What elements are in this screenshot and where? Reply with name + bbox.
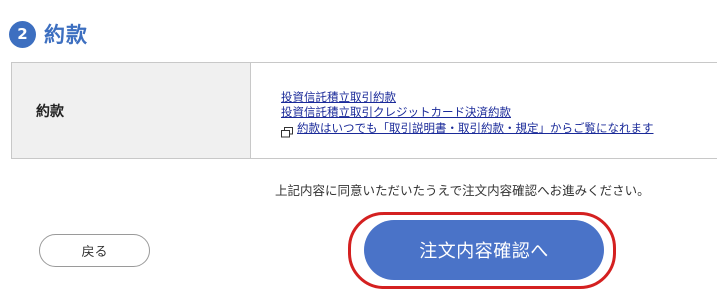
section-title: 約款 [44,23,88,47]
terms-note: 約款はいつでも「取引説明書・取引約款・規定」からご覧になれます [281,121,717,138]
terms-note-link[interactable]: 約款はいつでも「取引説明書・取引約款・規定」からご覧になれます [297,121,654,136]
section-header: 2 約款 [9,19,88,49]
terms-link-accumulation[interactable]: 投資信託積立取引約款 [281,90,717,105]
step-number-badge: 2 [9,20,36,48]
agreement-text: 上記内容に同意いただいたうえで注文内容確認へお進みください。 [275,183,650,198]
back-button[interactable]: 戻る [39,234,150,267]
terms-label: 約款 [36,103,64,120]
terms-link-credit-card[interactable]: 投資信託積立取引クレジットカード決済約款 [281,105,717,120]
confirm-order-button[interactable]: 注文内容確認へ [364,220,604,280]
external-window-icon [281,123,293,138]
terms-label-cell: 約款 [12,63,251,158]
terms-links-cell: 投資信託積立取引約款 投資信託積立取引クレジットカード決済約款 約款はいつでも「… [251,63,717,158]
terms-table: 約款 投資信託積立取引約款 投資信託積立取引クレジットカード決済約款 約款はいつ… [11,62,717,159]
